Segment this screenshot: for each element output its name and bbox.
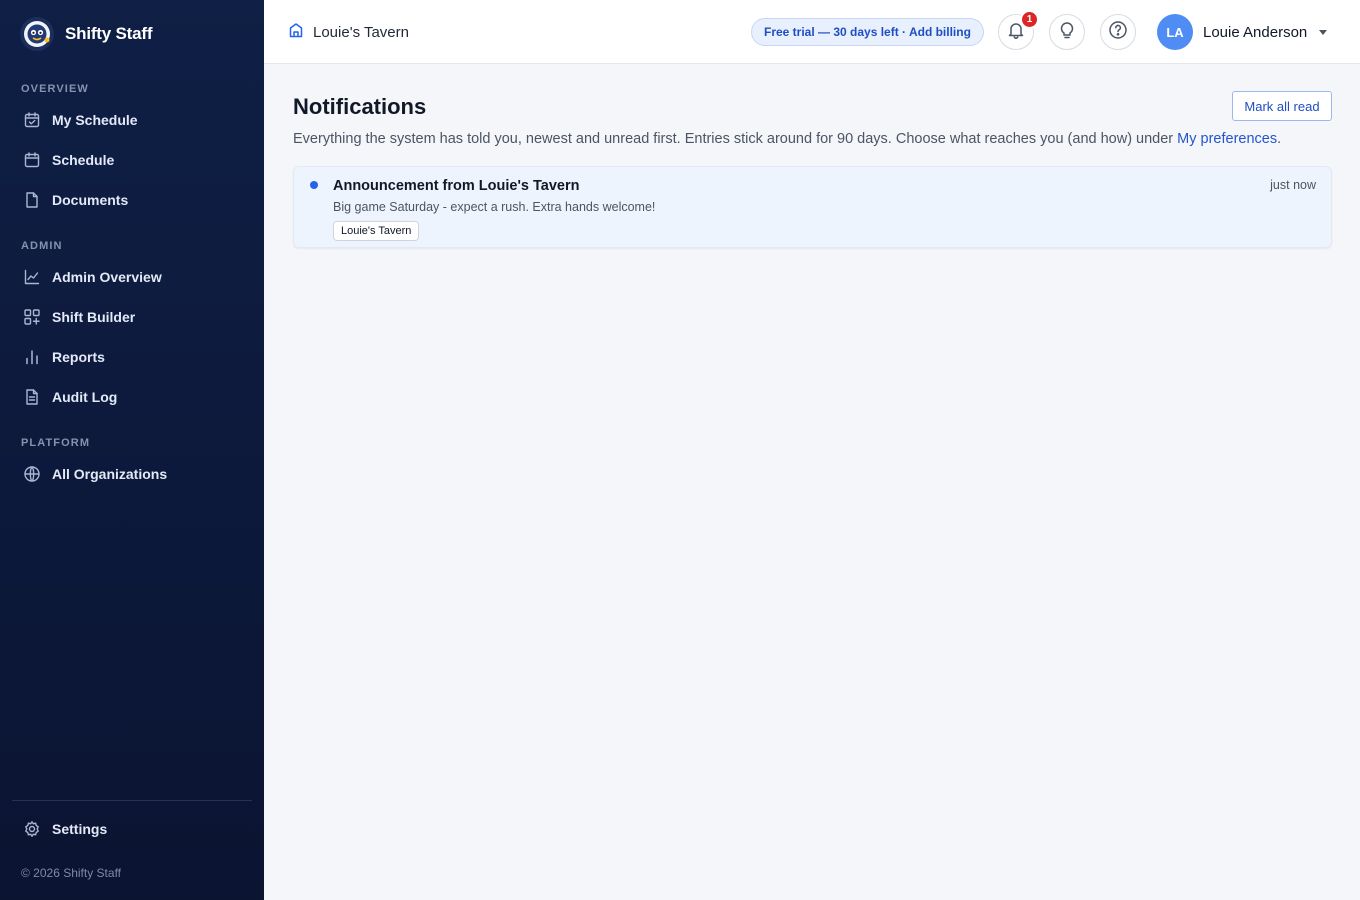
sidebar-divider xyxy=(12,800,252,801)
building-icon xyxy=(288,22,304,43)
section-label-platform: PLATFORM xyxy=(21,437,91,449)
sidebar-item-schedule[interactable]: Schedule xyxy=(12,142,252,178)
sidebar-item-all-organizations[interactable]: All Organizations xyxy=(12,456,252,492)
brand-name: Shifty Staff xyxy=(65,24,153,43)
sidebar-item-label: All Organizations xyxy=(52,466,168,482)
notification-org-tag: Louie's Tavern xyxy=(333,221,420,241)
unread-dot-icon xyxy=(310,181,318,189)
page-title: Notifications xyxy=(293,94,427,119)
page-subtitle: Everything the system has told you, newe… xyxy=(293,131,1281,147)
help-circle-icon xyxy=(1108,20,1128,45)
calendar-check-icon xyxy=(23,111,41,129)
chevron-down-icon xyxy=(1319,29,1328,35)
notification-item[interactable]: Announcement from Louie's Tavern Big gam… xyxy=(293,166,1332,248)
section-label-overview: OVERVIEW xyxy=(21,83,89,95)
sidebar: Shifty Staff OVERVIEW My Schedule Schedu… xyxy=(0,0,264,900)
sidebar-item-label: Schedule xyxy=(52,152,115,168)
copyright-text: © 2026 Shifty Staff xyxy=(21,866,122,880)
sidebar-item-reports[interactable]: Reports xyxy=(12,339,252,375)
sidebar-item-documents[interactable]: Documents xyxy=(12,182,252,218)
sidebar-item-shift-builder[interactable]: Shift Builder xyxy=(12,299,252,335)
brand-logo-icon xyxy=(20,17,54,51)
subtitle-end: . xyxy=(1277,131,1282,147)
section-label-admin: ADMIN xyxy=(21,240,63,252)
notifications-button[interactable]: 1 xyxy=(998,10,1039,50)
mark-all-read-button[interactable]: Mark all read xyxy=(1232,91,1332,121)
document-icon xyxy=(23,191,41,209)
notification-time: just now xyxy=(1270,178,1316,192)
grid-plus-icon xyxy=(23,308,41,326)
avatar: LA xyxy=(1157,14,1193,50)
bar-chart-icon xyxy=(23,348,41,366)
tips-button[interactable] xyxy=(1049,14,1085,50)
user-name: Louie Anderson xyxy=(1203,23,1308,41)
sidebar-item-admin-overview[interactable]: Admin Overview xyxy=(12,259,252,295)
sidebar-item-my-schedule[interactable]: My Schedule xyxy=(12,102,252,138)
file-text-icon xyxy=(23,388,41,406)
sidebar-item-label: Settings xyxy=(52,821,108,837)
notification-body: Big game Saturday - expect a rush. Extra… xyxy=(333,200,656,214)
notification-count-badge: 1 xyxy=(1020,10,1039,29)
gear-icon xyxy=(23,820,41,838)
user-menu[interactable]: LA Louie Anderson xyxy=(1157,14,1328,50)
lightbulb-icon xyxy=(1057,20,1077,45)
help-button[interactable] xyxy=(1100,14,1136,50)
sidebar-item-settings[interactable]: Settings xyxy=(12,811,252,847)
top-bar: Louie's Tavern Free trial — 30 days left… xyxy=(264,0,1360,64)
sidebar-item-label: Shift Builder xyxy=(52,309,136,325)
org-name: Louie's Tavern xyxy=(313,24,409,41)
sidebar-item-label: Audit Log xyxy=(52,389,118,405)
subtitle-text: Everything the system has told you, newe… xyxy=(293,131,1178,147)
notification-title: Announcement from Louie's Tavern xyxy=(333,178,580,194)
sidebar-item-label: Documents xyxy=(52,192,129,208)
line-chart-icon xyxy=(23,268,41,286)
trial-banner[interactable]: Free trial — 30 days left · Add billing xyxy=(751,18,984,46)
sidebar-item-audit-log[interactable]: Audit Log xyxy=(12,379,252,415)
org-switcher[interactable]: Louie's Tavern xyxy=(288,22,409,43)
sidebar-item-label: Admin Overview xyxy=(52,269,162,285)
my-preferences-link[interactable]: My preferences xyxy=(1177,131,1277,147)
sidebar-item-label: Reports xyxy=(52,349,105,365)
sidebar-item-label: My Schedule xyxy=(52,112,138,128)
brand[interactable]: Shifty Staff xyxy=(20,17,153,51)
globe-icon xyxy=(23,465,41,483)
calendar-icon xyxy=(23,151,41,169)
